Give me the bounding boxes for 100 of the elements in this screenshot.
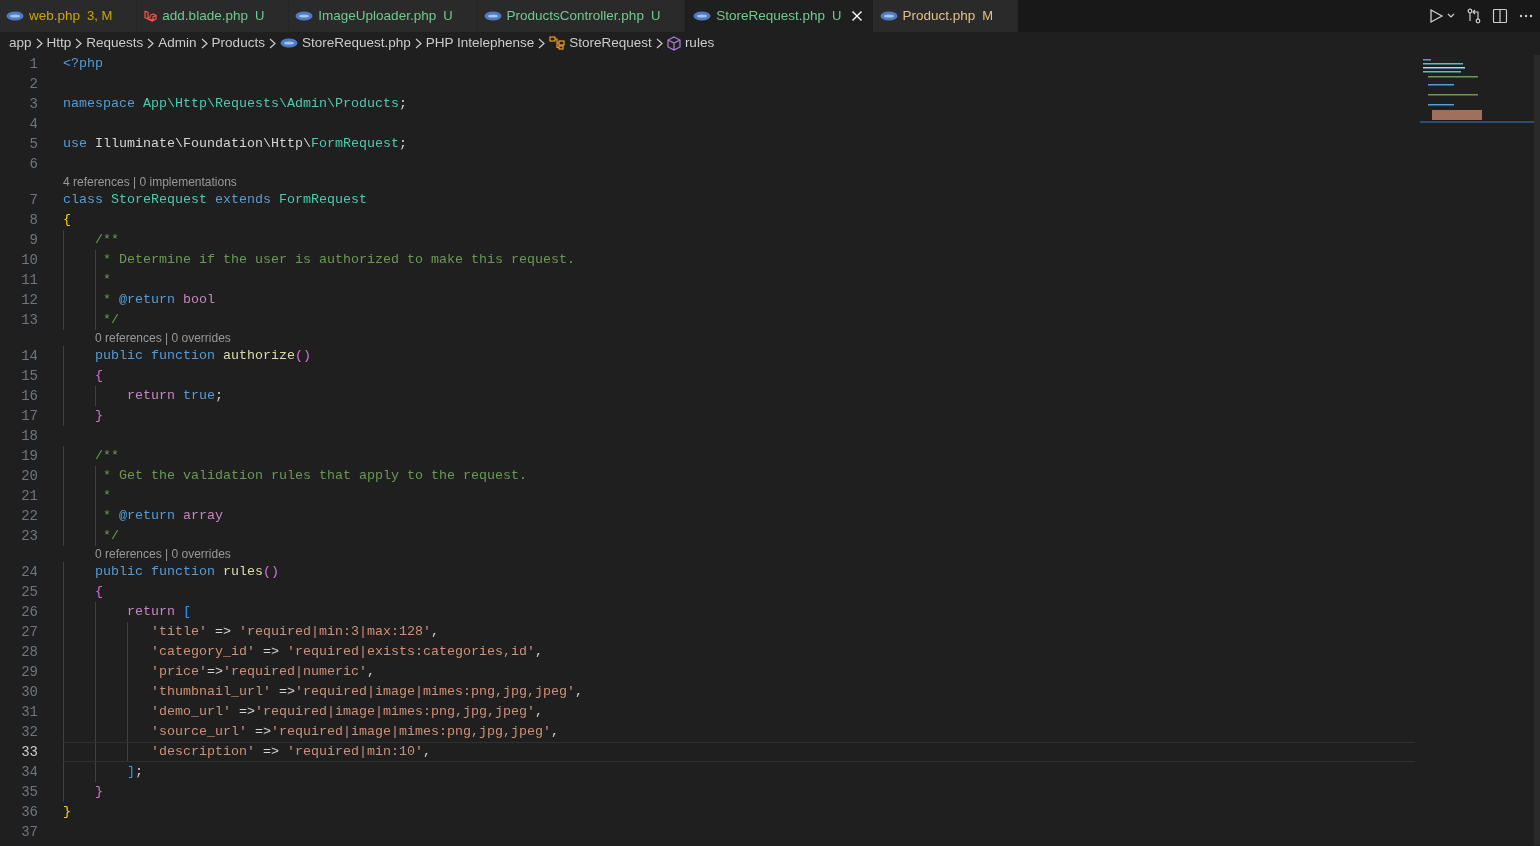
code-line: ]; [126,763,143,781]
line-number: 28 [20,642,38,662]
line-number: 18 [20,426,38,446]
scrollbar-thumb[interactable] [1534,55,1540,845]
editor-tab[interactable]: Product.php M [873,0,1019,32]
file-status: U [650,7,661,26]
line-number: 23 [20,526,38,546]
code-line: * [102,271,111,289]
editor-tab[interactable]: add.blade.php U [137,0,290,32]
line-number: 30 [20,682,38,702]
line-number: 25 [20,582,38,602]
chevron-icon [75,37,83,49]
breadcrumb-item[interactable]: rules [684,32,715,54]
line-number: 35 [20,782,38,802]
line-number: 21 [20,486,38,506]
line-number: 20 [20,466,38,486]
file-status: 3, M [87,7,113,26]
code-line: <?php [63,55,103,73]
line-number: 34 [20,762,38,782]
chevron-icon [147,37,155,49]
line-number: 2 [28,74,38,94]
line-number: 17 [20,406,38,426]
line-number: 9 [28,230,38,250]
code-line: } [94,407,103,425]
code-line: public function rules() [94,563,279,581]
chevron-icon [538,37,546,49]
code-line: 'description' => 'required|min:10', [149,743,431,761]
breadcrumb-item[interactable]: StoreRequest.php [301,32,411,54]
code-lens[interactable]: 0 references | 0 overrides [95,545,231,563]
line-number: 37 [20,822,38,842]
code-line: { [94,583,103,601]
code-line: return true; [126,387,223,405]
line-number: 29 [20,662,38,682]
code-line: * @return array [102,507,223,525]
breadcrumb-item[interactable]: app [9,32,32,54]
chevron-icon [268,37,276,49]
line-number: 1 [28,54,38,74]
code-line: return [ [126,603,191,621]
line-number: 3 [28,94,38,114]
line-number: 31 [20,702,38,722]
editor-tab[interactable]: ProductsController.php U [477,0,686,32]
code-lens[interactable]: 0 references | 0 overrides [95,329,231,347]
line-number: 12 [20,290,38,310]
line-number: 11 [20,270,38,290]
code-line: 'category_id' => 'required|exists:categories,id', [149,643,543,661]
code-line: public function authorize() [94,347,311,365]
line-number: 19 [20,446,38,466]
php-file-icon [879,11,898,21]
breadcrumb-item[interactable]: Admin [158,32,197,54]
breadcrumb-item[interactable]: StoreRequest [569,32,652,54]
code-line: * @return bool [102,291,215,309]
breadcrumb-item[interactable]: Products [211,32,265,54]
line-number: 16 [20,386,38,406]
code-line: namespace App\Http\Requests\Admin\Products; [63,95,407,113]
php-file-icon [693,11,712,21]
line-number: 7 [28,190,38,210]
line-number: 27 [20,622,38,642]
line-number: 33 [20,742,38,762]
file-status: U [443,7,453,26]
line-number: 24 [20,562,38,582]
chevron-icon [200,37,208,49]
code-line: 'price'=>'required|numeric', [149,663,375,681]
php-file-icon [483,11,502,21]
line-number: 15 [20,366,38,386]
code-line: /** [94,231,119,249]
code-line: * Determine if the user is authorized to make this request. [102,251,575,269]
editor-tab[interactable]: StoreRequest.php U [685,0,874,32]
code-line: } [94,783,103,801]
line-number: 22 [20,506,38,526]
close-icon[interactable] [850,10,863,22]
run-button[interactable] [1428,8,1456,24]
editor-tab[interactable]: web.php 3, M [0,0,138,32]
code-lens[interactable]: 4 references | 0 implementations [63,173,237,191]
breadcrumb-item[interactable]: PHP Intelephense [425,32,535,54]
line-number: 8 [28,210,38,230]
class-icon [549,36,566,50]
code-line: 'demo_url' =>'required|image|mimes:png,jpg,jpeg', [149,703,543,721]
laravel-file-icon [143,9,158,23]
code-line: { [94,367,103,385]
code-line: 'source_url' =>'required|image|mimes:png,jpg,jpeg', [149,723,559,741]
code-line: { [63,211,71,229]
code-line: } [63,803,71,821]
line-number: 6 [28,154,38,174]
breadcrumb-item[interactable]: Requests [86,32,144,54]
compare-changes-icon[interactable] [1466,8,1482,24]
code-line: 'title' => 'required|min:3|max:128', [149,623,439,641]
file-status: M [982,7,994,26]
code-line: * Get the validation rules that apply to the request. [102,467,527,485]
chevron-icon [655,37,663,49]
code-line: class StoreRequest extends FormRequest [63,191,367,209]
php-file-icon [279,38,298,48]
code-line: */ [102,527,119,545]
code-line: use Illuminate\Foundation\Http\FormRequest; [63,135,407,153]
editor-tab[interactable]: ImageUploader.php U [289,0,478,32]
code-line: */ [102,311,119,329]
split-editor-icon[interactable] [1492,8,1508,24]
line-number: 26 [20,602,38,622]
breadcrumb-item[interactable]: Http [46,32,72,54]
line-number: 36 [20,802,38,822]
code-line: /** [94,447,119,465]
